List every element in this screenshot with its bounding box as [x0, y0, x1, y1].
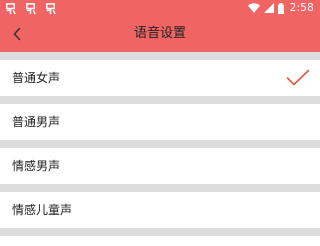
voice-option-list: 普通女声 普通男声 情感男声 情感儿童声: [0, 52, 320, 236]
voice-option-label: 普通男声: [12, 115, 61, 129]
system-tray: 2:58: [247, 0, 314, 16]
checkmark-icon: [286, 69, 310, 86]
list-divider: [0, 140, 320, 148]
status-bar: 2:58: [0, 0, 320, 16]
list-divider: [0, 228, 320, 236]
voice-option-item[interactable]: 情感儿童声: [0, 192, 320, 228]
notification-icon: [6, 2, 16, 14]
page-title: 语音设置: [133, 26, 186, 41]
notification-icon: [46, 2, 56, 14]
notification-icon: [26, 2, 36, 14]
battery-icon: [277, 2, 284, 14]
wifi-icon: [247, 3, 260, 13]
voice-option-item[interactable]: 普通男声: [0, 104, 320, 140]
voice-option-item[interactable]: 情感男声: [0, 148, 320, 184]
list-divider: [0, 184, 320, 192]
voice-option-label: 情感儿童声: [12, 203, 73, 217]
list-divider: [0, 52, 320, 60]
voice-option-item[interactable]: 普通女声: [0, 60, 320, 96]
voice-option-label: 普通女声: [12, 71, 61, 85]
list-divider: [0, 96, 320, 104]
status-clock: 2:58: [289, 2, 314, 14]
signal-icon: [263, 3, 274, 13]
voice-option-label: 情感男声: [12, 159, 61, 173]
toolbar: 语音设置: [0, 16, 320, 52]
notification-area: [4, 0, 57, 16]
